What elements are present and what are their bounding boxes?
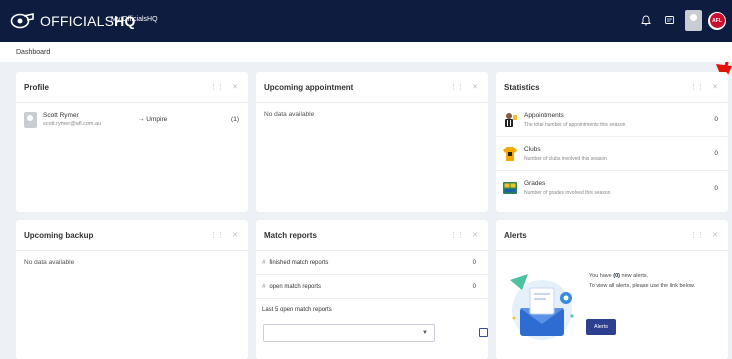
stat-value: 0	[714, 184, 718, 192]
upcoming-backup-card: Upcoming backup ⋮⋮ ✕ No data available	[16, 220, 248, 359]
user-avatar[interactable]	[685, 10, 702, 31]
card-title: Statistics	[504, 82, 540, 92]
alerts-button[interactable]: Alerts	[586, 319, 616, 335]
close-icon[interactable]: ✕	[472, 231, 478, 239]
profile-name: Scott Rymer	[43, 112, 79, 119]
afl-badge-text: AFL	[709, 13, 725, 28]
app-name[interactable]: My OfficialsHQ	[111, 16, 158, 23]
statistics-header: Statistics ⋮⋮ ✕	[496, 72, 728, 103]
drag-handle-icon[interactable]: ⋮⋮	[210, 231, 224, 239]
drag-handle-icon[interactable]: ⋮⋮	[690, 231, 704, 239]
hash-icon: #	[262, 283, 266, 290]
close-icon[interactable]: ✕	[232, 83, 238, 91]
stat-value: 0	[714, 116, 718, 123]
chevron-down-icon: ▼	[422, 330, 428, 336]
card-title: Upcoming backup	[24, 230, 94, 240]
upcoming-appointment-card: Upcoming appointment ⋮⋮ ✕ No data availab…	[256, 72, 488, 212]
jersey-icon	[503, 146, 517, 161]
upcoming-appointment-header: Upcoming appointment ⋮⋮ ✕	[256, 72, 488, 103]
card-title: Match reports	[264, 230, 317, 240]
stat-desc: The total number of appointments this se…	[524, 121, 626, 128]
stat-title: Grades	[524, 180, 546, 187]
profile-email: scott.rymer@afl.com.au	[43, 121, 102, 127]
drag-handle-icon[interactable]: ⋮⋮	[690, 83, 704, 91]
alerts-line1-suffix: new alerts.	[621, 273, 649, 279]
open-reports-select[interactable]: ▼	[263, 324, 435, 342]
stat-desc: Number of clubs involved this season	[524, 155, 607, 162]
drag-handle-icon[interactable]: ⋮⋮	[210, 83, 224, 91]
match-reports-header: Match reports ⋮⋮ ✕	[256, 220, 488, 251]
drag-handle-icon[interactable]: ⋮⋮	[450, 231, 464, 239]
close-icon[interactable]: ✕	[712, 83, 718, 91]
statistics-card: Statistics ⋮⋮ ✕ Appointments The total nu…	[496, 72, 728, 212]
stat-row-grades: Grades Number of grades involved this se…	[496, 171, 728, 205]
open-reports-count: 0	[472, 283, 476, 290]
stat-row-clubs: Clubs Number of clubs involved this seas…	[496, 137, 728, 171]
profile-card: Profile ⋮⋮ ✕ Scott Rymer scott.rymer@afl.…	[16, 72, 248, 212]
afl-badge[interactable]: AFL	[708, 11, 726, 30]
card-title: Alerts	[504, 230, 527, 240]
envelope-illustration	[510, 274, 574, 340]
whistle-icon	[10, 13, 34, 29]
match-reports-card: Match reports ⋮⋮ ✕ # finished match report…	[256, 220, 488, 359]
message-icon[interactable]	[659, 11, 679, 31]
finished-reports-row[interactable]: # finished match reports 0	[256, 251, 488, 275]
alerts-count: (0)	[613, 273, 621, 279]
alerts-card: Alerts ⋮⋮ ✕ You have (0) new alerts. To v…	[496, 220, 728, 359]
alerts-line2: To view all alerts, please use the link …	[589, 283, 696, 289]
scoreboard-icon	[503, 182, 517, 194]
profile-role[interactable]: → Umpire	[138, 116, 167, 123]
close-icon[interactable]: ✕	[712, 231, 718, 239]
referee-icon	[505, 112, 517, 127]
card-title: Profile	[24, 82, 49, 92]
finished-reports-count: 0	[472, 259, 476, 266]
alerts-message: You have (0) new alerts. To view all ale…	[589, 271, 695, 291]
empty-state-text: No data available	[264, 111, 315, 118]
last-open-reports-label: Last 5 open match reports	[262, 307, 332, 313]
close-icon[interactable]: ✕	[232, 231, 238, 239]
stat-title: Appointments	[524, 111, 564, 119]
profile-role-count: (1)	[231, 116, 239, 123]
profile-card-header: Profile ⋮⋮ ✕	[16, 72, 248, 103]
alerts-header: Alerts ⋮⋮ ✕	[496, 220, 728, 251]
drag-handle-icon[interactable]: ⋮⋮	[450, 83, 464, 91]
alerts-line1-prefix: You have	[589, 273, 612, 279]
close-icon[interactable]: ✕	[472, 83, 478, 91]
upcoming-backup-header: Upcoming backup ⋮⋮ ✕	[16, 220, 248, 251]
empty-state-text: No data available	[24, 259, 75, 266]
open-reports-row[interactable]: # open match reports 0	[256, 275, 488, 299]
stat-value: 0	[714, 150, 718, 157]
hash-icon: #	[262, 259, 266, 266]
bell-icon[interactable]	[636, 11, 656, 31]
finished-reports-label: finished match reports	[269, 259, 329, 266]
stat-row-appointments: Appointments The total number of appoint…	[496, 103, 728, 137]
card-title: Upcoming appointment	[264, 82, 354, 92]
profile-avatar	[24, 112, 37, 128]
top-navbar: OFFICIALSHQ My OfficialsHQ AFL	[0, 0, 732, 42]
profile-row[interactable]: Scott Rymer scott.rymer@afl.com.au	[16, 103, 248, 137]
open-report-icon[interactable]	[479, 328, 488, 337]
open-reports-label: open match reports	[269, 283, 322, 290]
stat-desc: Number of grades involved this season	[524, 190, 611, 196]
stat-title: Clubs	[524, 145, 541, 153]
breadcrumb[interactable]: Dashboard	[0, 42, 732, 62]
